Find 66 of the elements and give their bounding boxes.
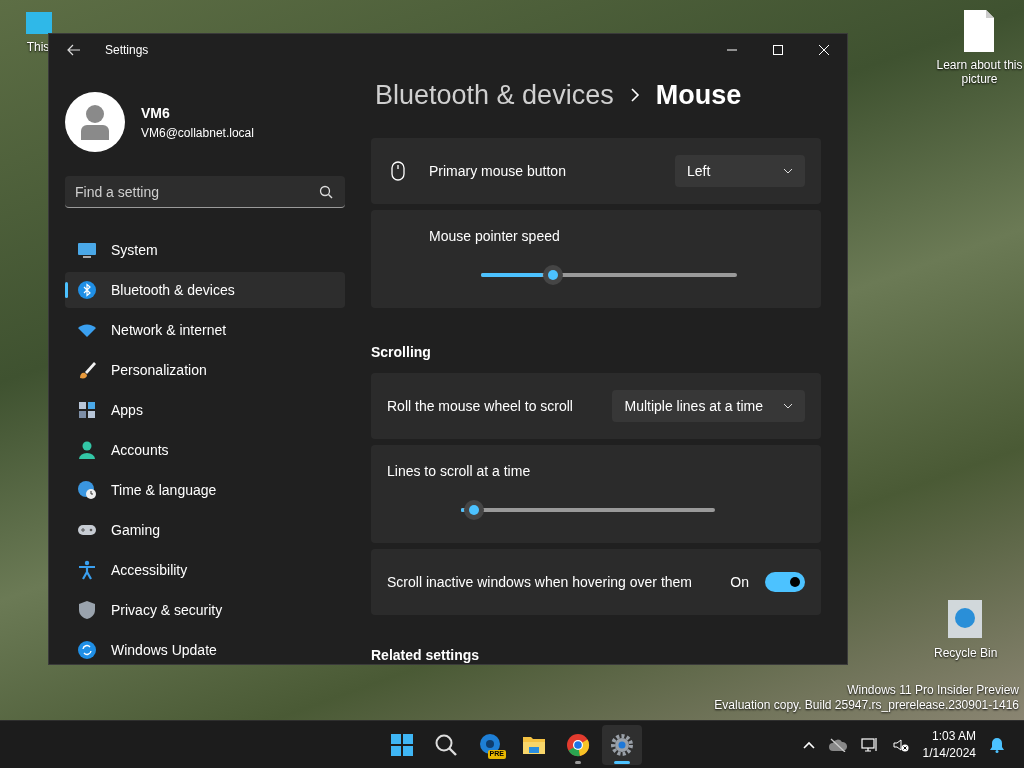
slider-thumb[interactable] bbox=[463, 500, 484, 520]
person-icon bbox=[77, 440, 97, 460]
dropdown[interactable]: Left bbox=[675, 155, 805, 187]
watermark-text: Windows 11 Pro Insider Preview bbox=[846, 682, 1019, 699]
nav-item[interactable]: Bluetooth & devices bbox=[65, 272, 345, 308]
clock[interactable]: 1:03 AM 1/14/2024 bbox=[922, 728, 976, 761]
setting-label: Scroll inactive windows when hovering over them bbox=[387, 572, 693, 592]
mouse-icon bbox=[391, 161, 405, 181]
desktop-icon-label[interactable]: This bbox=[26, 40, 50, 55]
brush-icon bbox=[77, 360, 97, 380]
nav-item[interactable]: Personalization bbox=[65, 352, 345, 388]
monitor-icon bbox=[77, 240, 97, 260]
nav-item[interactable]: Time & language bbox=[65, 472, 345, 508]
setting-label: Mouse pointer speed bbox=[429, 227, 561, 246]
page-title: Mouse bbox=[655, 78, 742, 112]
slider-track[interactable] bbox=[481, 265, 737, 285]
setting-label: Primary mouse button bbox=[429, 161, 566, 181]
nav-item[interactable]: Privacy & security bbox=[65, 592, 345, 628]
taskbar-app[interactable] bbox=[602, 724, 642, 765]
browser-icon bbox=[478, 732, 502, 757]
setting-label: Roll the mouse wheel to scroll bbox=[387, 396, 573, 416]
back-arrow-icon bbox=[67, 44, 81, 56]
chevron-down-icon bbox=[783, 403, 793, 409]
search-icon bbox=[319, 185, 333, 199]
avatar-icon bbox=[65, 92, 125, 152]
search-field[interactable]: Find a setting bbox=[65, 176, 345, 208]
close-icon bbox=[819, 45, 829, 55]
dropdown[interactable]: Multiple lines at a time bbox=[612, 390, 805, 422]
cloud-off-icon[interactable] bbox=[828, 737, 847, 752]
nav-item[interactable]: Apps bbox=[65, 392, 345, 428]
nav-item[interactable]: Gaming bbox=[65, 512, 345, 548]
section-heading: Related settings bbox=[371, 646, 481, 664]
chevron-down-icon bbox=[783, 168, 793, 174]
desktop-icon-label[interactable]: Learn about this picture bbox=[935, 58, 1024, 87]
shield-icon bbox=[77, 600, 97, 620]
nav-item[interactable]: Accessibility bbox=[65, 552, 345, 588]
search-icon bbox=[434, 732, 458, 757]
bell-icon[interactable] bbox=[990, 736, 1004, 753]
refresh-icon bbox=[77, 640, 97, 660]
nav-item[interactable]: Network & internet bbox=[65, 312, 345, 348]
section-heading: Scrolling bbox=[371, 343, 432, 362]
watermark-text: Evaluation copy. Build 25947.rs_prerelease.230901-1416 bbox=[714, 698, 1019, 714]
nav-item[interactable]: Windows Update bbox=[65, 632, 345, 664]
toggle-state: On bbox=[730, 572, 749, 592]
windows-logo-icon bbox=[390, 732, 414, 757]
desktop-icon-label[interactable]: Recycle Bin bbox=[934, 646, 998, 661]
toggle-switch[interactable] bbox=[765, 572, 805, 592]
network-icon[interactable] bbox=[860, 736, 879, 753]
chevron-icon bbox=[629, 88, 640, 102]
breadcrumb-link[interactable]: Bluetooth & devices bbox=[375, 74, 614, 116]
bluetooth-icon bbox=[77, 280, 97, 300]
nav-item[interactable]: Accounts bbox=[65, 432, 345, 468]
maximize-icon bbox=[773, 45, 783, 55]
window-title: Settings bbox=[105, 42, 149, 59]
user-email: VM6@collabnet.local bbox=[141, 124, 254, 142]
slider-thumb[interactable] bbox=[542, 265, 563, 285]
user-name: VM6 bbox=[141, 103, 171, 123]
setting-label: Lines to scroll at a time bbox=[387, 462, 532, 481]
gear-icon bbox=[610, 732, 634, 757]
apps-icon bbox=[77, 400, 97, 420]
speaker-muted-icon[interactable] bbox=[892, 737, 909, 752]
accessibility-icon bbox=[77, 560, 97, 580]
slider-track[interactable] bbox=[461, 500, 715, 520]
chevron-up-icon[interactable] bbox=[802, 740, 815, 749]
clock-globe-icon bbox=[77, 480, 97, 500]
nav-item[interactable]: System bbox=[65, 232, 345, 268]
